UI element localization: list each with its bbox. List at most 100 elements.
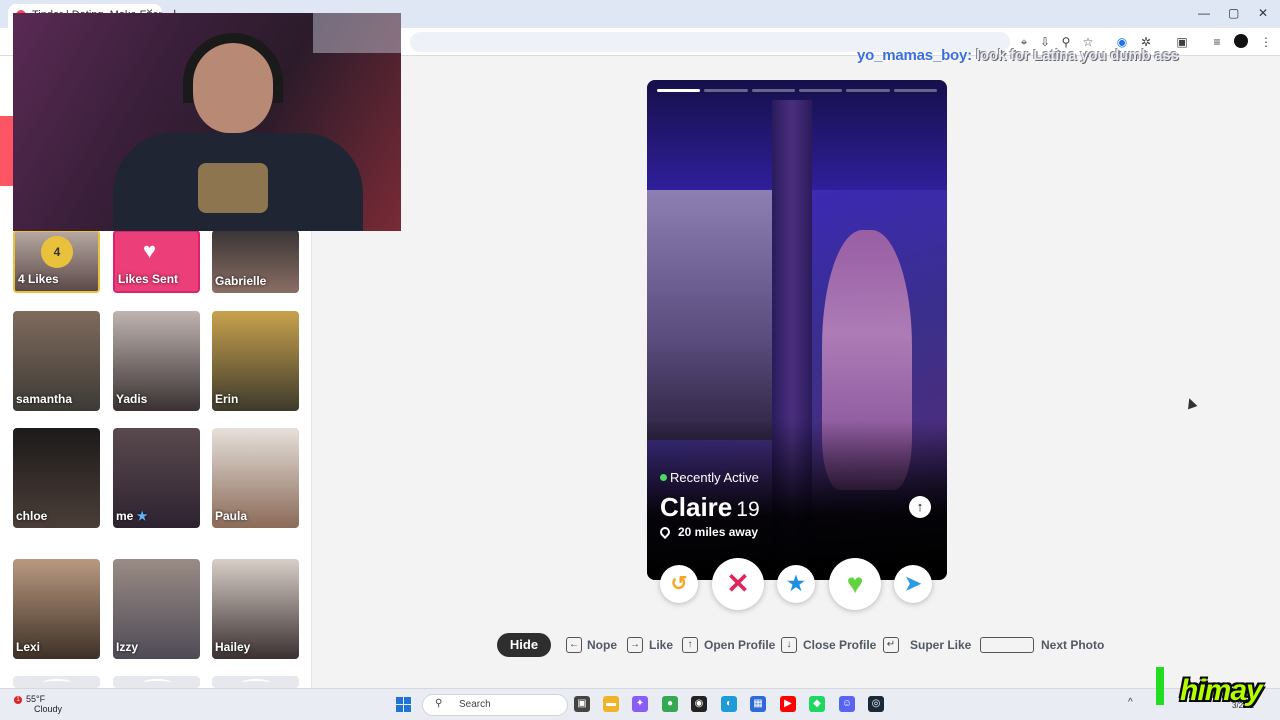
match-card[interactable]: Erin (212, 311, 299, 411)
distance-text: 20 miles away (678, 525, 759, 539)
profile-name-line: Claire 19 (660, 492, 760, 523)
media-icon[interactable]: ≡ (1209, 34, 1225, 50)
photo-progress-segment (751, 89, 795, 92)
profile-avatar[interactable] (1234, 34, 1248, 48)
sidebar-accent (0, 116, 14, 186)
star-badge-icon: ★ (136, 509, 148, 523)
super-like-icon: ★ (787, 573, 805, 595)
streamer-brand-logo: himay (1180, 674, 1263, 707)
match-card-partial[interactable] (113, 676, 200, 688)
location-pin-icon (657, 524, 673, 540)
rewind-button[interactable]: ↺ (660, 565, 698, 603)
app-icon[interactable]: ◆ (809, 696, 825, 712)
notification-badge: 1 (14, 696, 22, 704)
likes-label: 4 Likes (18, 272, 59, 286)
edge-icon[interactable]: ◐ (721, 696, 737, 712)
match-name: me ★ (116, 509, 147, 523)
obs-icon[interactable]: ◉ (691, 696, 707, 712)
left-key-icon: ← (566, 637, 582, 653)
match-card[interactable]: Yadis (113, 311, 200, 411)
likes-count-badge: 4 (41, 236, 73, 268)
discord-icon[interactable]: ☺ (839, 696, 855, 712)
chrome-icon[interactable]: ● (662, 696, 678, 712)
nope-button[interactable]: ✕ (712, 558, 764, 610)
search-placeholder: Search (459, 699, 491, 710)
close-window-icon[interactable]: ✕ (1258, 6, 1268, 20)
up-key-icon: ↑ (682, 637, 698, 653)
profile-name: Claire (660, 492, 733, 522)
weather-condition: Cloudy (34, 704, 63, 714)
boost-icon: ➤ (904, 573, 922, 595)
hide-shortcuts-button[interactable]: Hide (497, 633, 551, 657)
steam-icon[interactable]: ◎ (868, 696, 884, 712)
photo-progress-segment (846, 89, 890, 92)
match-name: Gabrielle (215, 274, 267, 288)
maximize-icon[interactable]: ▢ (1228, 6, 1239, 20)
match-card[interactable]: chloe (13, 428, 100, 528)
match-card-partial[interactable] (212, 676, 299, 688)
status-text: Recently Active (670, 470, 759, 485)
store-icon[interactable]: ▦ (750, 696, 766, 712)
task-view-icon[interactable]: ▣ (574, 696, 590, 712)
windows-start-icon[interactable] (396, 697, 412, 713)
match-name: Lexi (16, 640, 41, 654)
youtube-icon[interactable]: ▶ (780, 696, 796, 712)
photo-progress-segment (704, 89, 748, 92)
menu-icon[interactable]: ⋮ (1258, 34, 1274, 50)
match-card[interactable]: Hailey (212, 559, 299, 659)
copilot-icon[interactable]: ✦ (632, 696, 648, 712)
photo-progress-segment (657, 89, 701, 92)
match-name: chloe (16, 509, 48, 523)
activity-status: Recently Active (660, 470, 759, 485)
shirt-logo (198, 163, 268, 213)
boost-button[interactable]: ➤ (894, 565, 932, 603)
open-profile-icon[interactable]: ↑ (909, 496, 931, 518)
likes-sent-label: Likes Sent (118, 272, 179, 286)
match-name: samantha (16, 392, 73, 406)
match-name: Hailey (215, 640, 251, 654)
next-photo-shortcut-label: Next Photo (1041, 638, 1105, 652)
photo-progress-segment (893, 89, 937, 92)
online-dot-icon (660, 474, 667, 481)
chat-text: look for Latina you dumb ass (975, 47, 1179, 64)
match-card[interactable]: samantha (13, 311, 100, 411)
temperature: 55°F (26, 694, 46, 704)
photo-rocks (647, 190, 772, 440)
like-button[interactable]: ♥ (829, 558, 881, 610)
search-icon: ⚲ (435, 698, 443, 709)
webcam-background (313, 13, 401, 53)
heart-fly-icon: ♥ (143, 238, 157, 263)
photo-progress-segment (799, 89, 843, 92)
windows-taskbar: 1 55°F Cloudy ⚲ Search ▣ ▬ ✦ ● ◉ ◐ ▦ ▶ ◆ … (0, 688, 1280, 720)
match-card[interactable]: Lexi (13, 559, 100, 659)
taskbar-search[interactable]: ⚲ Search (422, 694, 568, 716)
close-profile-shortcut-label: Close Profile (803, 638, 877, 652)
match-name: Erin (215, 392, 239, 406)
match-name-text: me (116, 509, 134, 523)
tray-chevron-icon[interactable]: ^ (1128, 697, 1133, 708)
profile-distance: 20 miles away (657, 524, 759, 540)
nope-icon: ✕ (726, 568, 750, 599)
enter-key-icon: ↵ (883, 637, 899, 653)
likes-card[interactable]: 4 ♥ 4 Likes (13, 230, 100, 293)
profile-age: 19 (736, 498, 760, 521)
rewind-icon: ↺ (670, 573, 688, 595)
super-like-button[interactable]: ★ (777, 565, 815, 603)
stream-chat-message: yo_mamas_boy: look for Latina you dumb a… (857, 47, 1179, 64)
overlay-bar (1156, 667, 1164, 705)
profile-card[interactable]: Recently Active Claire 19 20 miles away ↑ (647, 80, 947, 580)
match-card-partial[interactable] (13, 676, 100, 688)
right-key-icon: → (627, 637, 643, 653)
super-like-shortcut-label: Super Like (910, 638, 972, 652)
space-key-icon (980, 637, 1034, 653)
weather-widget[interactable]: 1 55°F Cloudy (14, 694, 62, 714)
match-name: Paula (215, 509, 248, 523)
minimize-icon[interactable]: — (1198, 6, 1210, 20)
likes-sent-card[interactable]: ♥ Likes Sent (113, 230, 200, 293)
match-card[interactable]: Paula (212, 428, 299, 528)
like-shortcut-label: Like (649, 638, 674, 652)
match-card[interactable]: Gabrielle (212, 230, 299, 293)
file-explorer-icon[interactable]: ▬ (603, 696, 619, 712)
match-card[interactable]: Izzy (113, 559, 200, 659)
match-card[interactable]: me ★ (113, 428, 200, 528)
